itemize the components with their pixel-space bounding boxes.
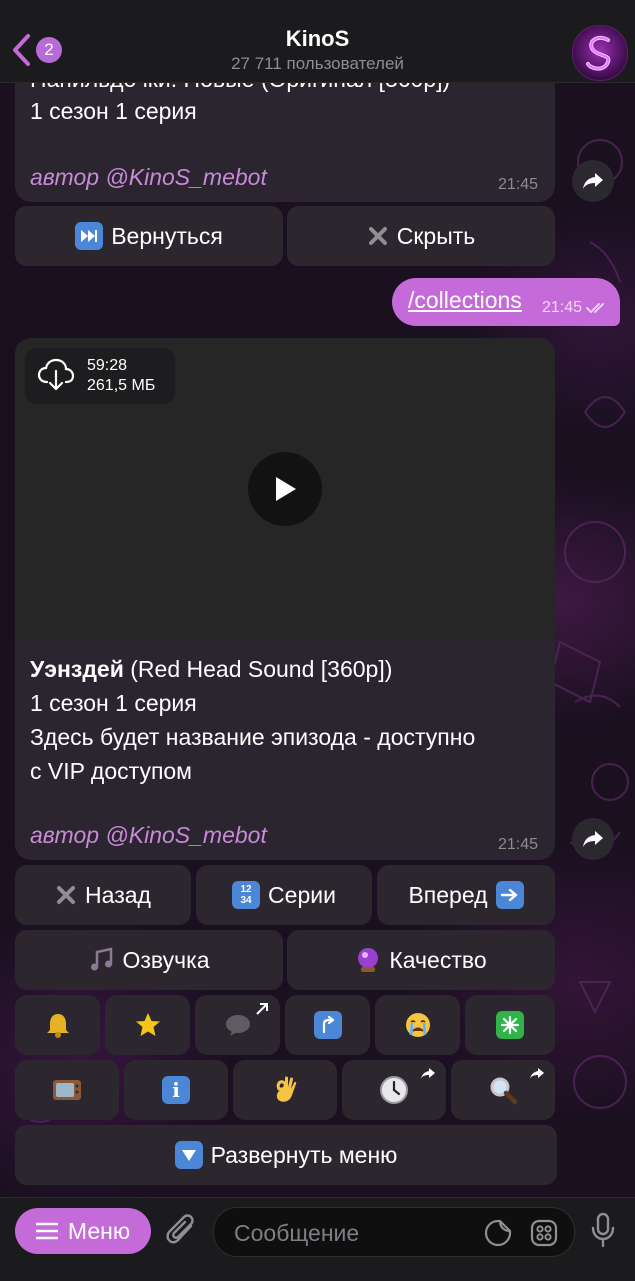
quality-button[interactable]: Качество [287,930,555,990]
message-line: 1 сезон 1 серия [30,690,197,716]
ok-hand-icon [276,1076,297,1102]
message-line: с VIP доступом [30,758,192,784]
chat-title[interactable]: KinoS [0,26,635,52]
comments-button[interactable] [195,995,280,1055]
paperclip-icon[interactable] [165,1212,199,1250]
external-arrow-icon [256,1003,268,1015]
menu-label: Меню [67,1217,131,1244]
message-time: 21:45 [498,836,539,853]
prev-button[interactable]: Назад [15,865,191,925]
star-icon [135,1013,160,1036]
sparkle-icon [496,1011,524,1039]
play-button[interactable] [248,452,322,526]
next-label: Вперед [408,881,488,908]
voiceover-quality: (Red Head Sound [360p]) [123,656,393,682]
message-time: 21:45 [542,299,583,316]
hide-label: Скрыть [396,222,476,249]
numbers-icon: 12 34 [232,881,261,909]
message-title: Уэнздей (Red Head Sound [360p]) [30,656,392,683]
complain-button[interactable] [375,995,460,1055]
crystal-ball-icon [355,946,381,974]
message-placeholder: Сообщение [234,1220,360,1246]
search-button[interactable] [451,1060,555,1120]
chat-header: 2 KinoS 27 711 пользователей [0,0,635,83]
message-author[interactable]: автор @KinoS_mebot [30,822,267,849]
tv-icon [53,1080,81,1100]
up-arrow-icon [313,1011,342,1039]
command-link[interactable]: /collections [408,287,522,314]
composer-bar: Меню Сообщение [0,1197,635,1281]
voiceover-button[interactable]: Озвучка [15,930,283,990]
fast-forward-icon [75,222,104,250]
music-notes-icon [89,947,115,973]
bot-menu-button[interactable]: Меню [15,1208,151,1254]
share-arrow-icon [421,1068,435,1079]
crying-face-icon [405,1013,430,1037]
right-arrow-icon [495,881,524,909]
prev-label: Назад [85,881,151,908]
message-line: 1 сезон 1 серия [30,98,197,124]
message-author[interactable]: автор @KinoS_mebot [30,164,267,191]
series-label: Серии [268,881,336,908]
video-duration: 59:28 [87,357,128,374]
return-label: Вернуться [111,222,223,249]
hamburger-icon [35,1222,58,1240]
share-icon [583,173,603,189]
video-preview[interactable]: 59:28 261,5 МБ [15,338,555,640]
outgoing-message[interactable]: /collections 21:45 [392,278,620,326]
next-button[interactable]: Вперед [377,865,555,925]
notifications-button[interactable] [15,995,100,1055]
cross-icon [55,884,77,906]
voiceover-label: Озвучка [122,946,210,973]
bot-commands-icon[interactable] [530,1219,558,1247]
share-arrow-icon [530,1068,544,1079]
quality-label: Качество [389,946,487,973]
expand-menu-button[interactable]: Развернуть меню [15,1125,557,1185]
info-button[interactable]: i [124,1060,228,1120]
return-button[interactable]: Вернуться [15,206,283,266]
down-arrow-icon [174,1141,203,1169]
info-icon: i [162,1076,190,1104]
share-icon [583,831,603,847]
ok-button[interactable] [233,1060,337,1120]
extra-button[interactable] [465,995,555,1055]
speech-bubble-icon [225,1015,250,1036]
message-input[interactable]: Сообщение [213,1207,575,1257]
bell-icon [46,1014,69,1038]
clock-icon [380,1076,408,1104]
sticker-icon[interactable] [484,1219,512,1247]
tv-button[interactable] [15,1060,119,1120]
message-line: Здесь будет название эпизода - доступно [30,724,476,750]
message-time: 21:45 [498,176,539,193]
favorite-button[interactable] [105,995,190,1055]
play-icon [276,477,296,501]
series-name: Уэнздей [30,656,124,682]
cross-icon [367,225,389,247]
avatar[interactable] [572,25,628,81]
cloud-download-icon [37,358,75,391]
schedule-button[interactable] [342,1060,446,1120]
read-checkmarks-icon [586,303,604,314]
share-button[interactable] [572,160,614,202]
video-size: 261,5 МБ [87,377,156,394]
hide-button[interactable]: Скрыть [287,206,555,266]
expand-menu-label: Развернуть меню [210,1141,398,1168]
series-button[interactable]: 12 34 Серии [196,865,372,925]
video-message-bubble[interactable]: 59:28 261,5 МБ Уэнздей (Red Head Sound [… [15,338,555,860]
top-button[interactable] [285,995,370,1055]
video-download-info[interactable]: 59:28 261,5 МБ [25,348,175,404]
share-button[interactable] [572,818,614,860]
chat-subtitle: 27 711 пользователей [231,54,404,73]
microphone-icon[interactable] [590,1212,616,1248]
magnifier-icon [490,1077,518,1105]
